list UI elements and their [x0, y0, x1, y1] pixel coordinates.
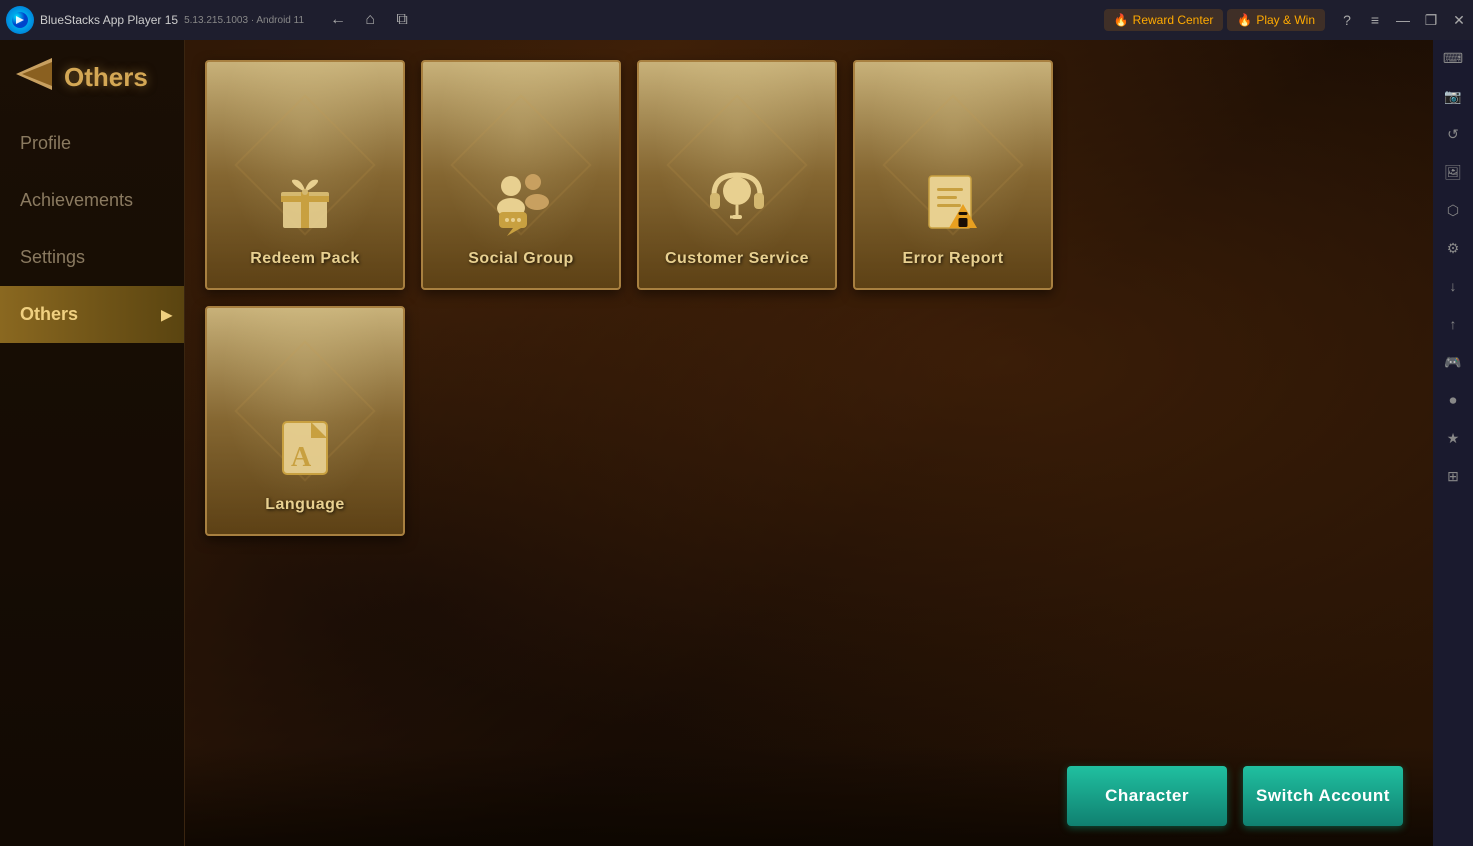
sidebar-item-others-label: Others	[20, 304, 78, 324]
reward-center-label: Reward Center	[1133, 13, 1214, 27]
help-button[interactable]: ?	[1333, 6, 1361, 34]
play-win-button[interactable]: 🔥 Play & Win	[1227, 9, 1325, 31]
customer-service-icon	[701, 166, 773, 238]
redeem-pack-label: Redeem Pack	[250, 250, 360, 268]
home-button[interactable]: ⌂	[356, 6, 384, 34]
error-report-label: Error Report	[902, 250, 1003, 268]
upload-tool-button[interactable]: ↑	[1436, 307, 1470, 341]
app-version: 5.13.215.1003 · Android 11	[184, 15, 304, 26]
language-icon: A	[269, 412, 341, 484]
card-row-1: Redeem Pack	[205, 60, 1413, 290]
sidebar-item-profile-label: Profile	[20, 133, 71, 153]
minimize-button[interactable]: —	[1389, 6, 1417, 34]
social-group-card[interactable]: Social Group	[421, 60, 621, 290]
back-button[interactable]: ←	[324, 6, 352, 34]
error-report-icon	[917, 166, 989, 238]
settings-tool-button[interactable]: ⚙	[1436, 231, 1470, 265]
switch-account-button[interactable]: Switch Account	[1243, 766, 1403, 826]
layers-tool-button[interactable]: ⬡	[1436, 193, 1470, 227]
reward-center-button[interactable]: 🔥 Reward Center	[1104, 9, 1224, 31]
gamepad-tool-button[interactable]: 🎮	[1436, 345, 1470, 379]
grid-tool-button[interactable]: ⊞	[1436, 459, 1470, 493]
nav-buttons: ← ⌂ ⧉	[324, 6, 416, 34]
page-title: Others	[64, 62, 148, 93]
menu-button[interactable]: ≡	[1361, 6, 1389, 34]
play-win-label: Play & Win	[1256, 13, 1315, 27]
sidebar-item-others[interactable]: Others	[0, 286, 184, 343]
keyboard-tool-button[interactable]: ⌨	[1436, 41, 1470, 75]
sidebar-item-settings-label: Settings	[20, 247, 85, 267]
right-sidebar: ⌨ 📷 ↺ 🖼 ⬡ ⚙ ↓ ↑ 🎮 ⏺ ★ ⊞	[1433, 0, 1473, 846]
titlebar: BlueStacks App Player 15 5.13.215.1003 ·…	[0, 0, 1473, 40]
social-group-label: Social Group	[468, 250, 574, 268]
bottom-bar: Character Switch Account	[0, 746, 1433, 846]
app-name: BlueStacks App Player 15	[40, 13, 178, 27]
redeem-pack-icon	[269, 166, 341, 238]
main-content: Redeem Pack	[185, 40, 1433, 846]
close-button[interactable]: ✕	[1445, 6, 1473, 34]
character-button[interactable]: Character	[1067, 766, 1227, 826]
screenshot-tool-button[interactable]: 🖼	[1436, 155, 1470, 189]
app-icon	[6, 6, 34, 34]
sidebar-item-achievements-label: Achievements	[20, 190, 133, 210]
sidebar-item-settings[interactable]: Settings	[0, 229, 184, 286]
sidebar-item-profile[interactable]: Profile	[0, 115, 184, 172]
page-header: Others	[0, 40, 184, 115]
card-row-2: A Language	[205, 306, 1413, 536]
redeem-pack-card[interactable]: Redeem Pack	[205, 60, 405, 290]
camera-tool-button[interactable]: 📷	[1436, 79, 1470, 113]
customer-service-label: Customer Service	[665, 250, 809, 268]
record-tool-button[interactable]: ⏺	[1436, 383, 1470, 417]
customer-service-card[interactable]: Customer Service	[637, 60, 837, 290]
social-group-icon	[485, 166, 557, 238]
page-back-arrow[interactable]	[16, 58, 52, 97]
svg-text:A: A	[291, 442, 312, 473]
download-tool-button[interactable]: ↓	[1436, 269, 1470, 303]
tabs-button[interactable]: ⧉	[388, 6, 416, 34]
sidebar-item-achievements[interactable]: Achievements	[0, 172, 184, 229]
play-win-icon: 🔥	[1237, 13, 1252, 27]
language-label: Language	[265, 496, 345, 514]
language-card[interactable]: A Language	[205, 306, 405, 536]
left-panel: Others Profile Achievements Settings Oth…	[0, 40, 185, 846]
star-tool-button[interactable]: ★	[1436, 421, 1470, 455]
reward-center-icon: 🔥	[1114, 13, 1129, 27]
rotate-tool-button[interactable]: ↺	[1436, 117, 1470, 151]
game-area: Others Profile Achievements Settings Oth…	[0, 40, 1433, 846]
restore-button[interactable]: ❐	[1417, 6, 1445, 34]
error-report-card[interactable]: Error Report	[853, 60, 1053, 290]
